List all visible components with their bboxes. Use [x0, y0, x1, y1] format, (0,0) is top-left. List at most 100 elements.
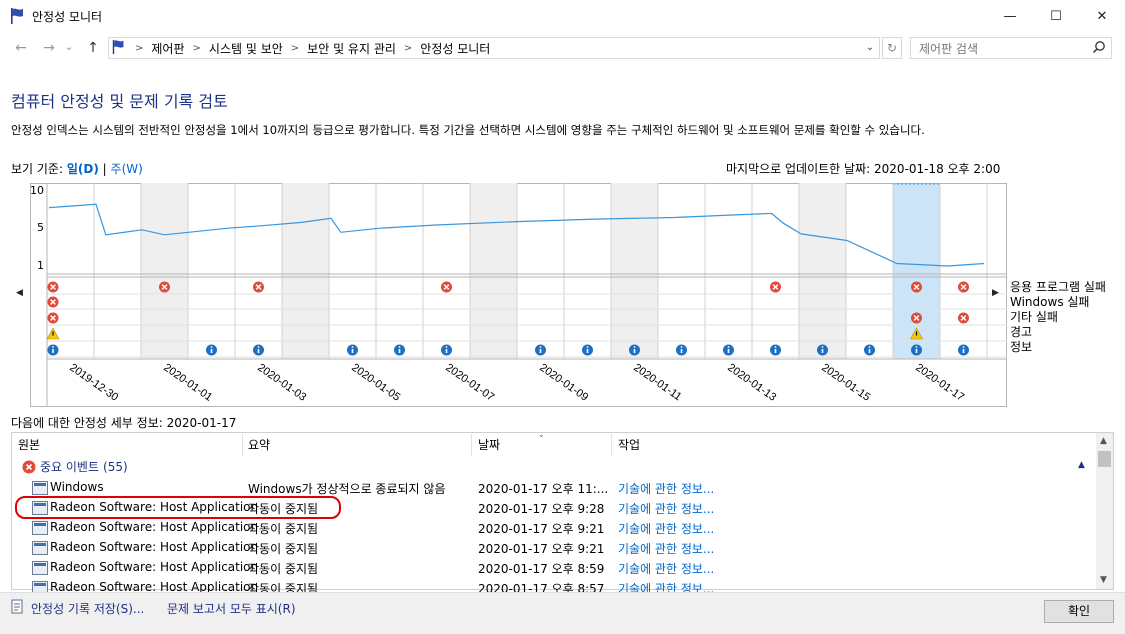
group-critical-events[interactable]: 중요 이벤트 (55)	[22, 458, 128, 475]
up-button[interactable]: ↑	[82, 39, 104, 57]
x-tick-label: 2020-01-13	[725, 362, 778, 404]
view-all-reports-link[interactable]: 문제 보고서 모두 표시(R)	[167, 600, 296, 617]
application-icon	[32, 521, 48, 535]
breadcrumb-system-security[interactable]: 시스템 및 보안	[203, 40, 289, 57]
weekend-column	[141, 183, 188, 359]
maximize-button[interactable]: ☐	[1033, 0, 1079, 32]
search-placeholder: 제어판 검색	[919, 42, 979, 56]
save-history-link[interactable]: 안정성 기록 저장(S)...	[31, 600, 144, 617]
y-tick-label: 1	[37, 259, 44, 272]
cell-action-link[interactable]: 기술에 관한 정보...	[618, 500, 714, 517]
refresh-button[interactable]: ↻	[882, 37, 902, 59]
search-icon[interactable]	[1092, 40, 1106, 54]
application-icon	[32, 481, 48, 495]
sort-arrow-icon: ⌄	[538, 430, 545, 439]
breadcrumb: > 제어판 > 시스템 및 보안 > 보안 및 유지 관리 > 안정성 모니터	[133, 40, 496, 57]
page-title: 컴퓨터 안정성 및 문제 기록 검토	[11, 92, 228, 111]
breadcrumb-control-panel[interactable]: 제어판	[145, 40, 190, 57]
column-divider[interactable]	[242, 434, 243, 456]
reliability-chart-svg[interactable]: 2019-12-30 2020-01-01 2020-01-03 2020-01-05…	[30, 183, 1007, 407]
x-tick-label: 2020-01-01	[161, 362, 214, 404]
breadcrumb-separator[interactable]: >	[402, 43, 414, 54]
cell-source: Radeon Software: Host Application	[50, 540, 259, 554]
weekend-column	[282, 183, 329, 359]
x-tick-label: 2020-01-05	[349, 362, 402, 404]
y-tick-label: 10	[30, 184, 44, 197]
column-header-action[interactable]: 작업	[618, 436, 640, 453]
view-week-link[interactable]: 주(W)	[111, 162, 143, 176]
cell-date: 2020-01-17 오후 9:28	[478, 502, 605, 516]
column-header-source[interactable]: 원본	[18, 436, 40, 453]
scroll-left-icon[interactable]: ◀	[16, 288, 23, 298]
breadcrumb-security-maintenance[interactable]: 보안 및 유지 관리	[301, 40, 402, 57]
cell-source: Windows	[50, 480, 104, 494]
cell-date: 2020-01-17 오후 8:59	[478, 562, 605, 576]
x-tick-label: 2020-01-11	[631, 362, 683, 404]
weekend-column	[799, 183, 846, 359]
info-icon-dot	[210, 346, 213, 348]
legend-info: 정보	[1010, 340, 1033, 354]
scroll-down-icon[interactable]: ▼	[1100, 575, 1107, 585]
x-tick-label: 2020-01-09	[537, 362, 590, 404]
scroll-right-icon[interactable]: ▶	[992, 288, 999, 298]
column-divider[interactable]	[471, 434, 472, 456]
table-row[interactable]: Radeon Software: Host Application 작동이 중지됨…	[12, 538, 1094, 558]
last-updated: 마지막으로 업데이트한 날짜: 2020-01-18 오후 2:00	[726, 162, 1001, 176]
column-header-date[interactable]: 날짜	[478, 436, 500, 453]
info-icon-dot	[52, 346, 54, 348]
x-tick-label: 2020-01-15	[819, 362, 872, 404]
info-icon-dot	[539, 346, 542, 348]
back-button[interactable]: ←	[10, 39, 32, 57]
breadcrumb-reliability-monitor[interactable]: 안정성 모니터	[414, 40, 496, 57]
breadcrumb-separator[interactable]: >	[289, 43, 301, 54]
recent-locations-button[interactable]: ⌄	[62, 38, 76, 56]
page-description: 안정성 인덱스는 시스템의 전반적인 안정성을 1에서 10까지의 등급으로 평…	[11, 123, 925, 137]
error-icon	[22, 460, 36, 473]
info-icon-dot	[586, 346, 589, 348]
table-row[interactable]: Radeon Software: Host Application 작동이 중지됨…	[12, 518, 1094, 538]
address-dropdown-button[interactable]: ⌄	[862, 40, 878, 56]
breadcrumb-separator[interactable]: >	[191, 43, 203, 54]
application-icon	[32, 561, 48, 575]
x-tick-label: 2020-01-03	[255, 362, 308, 404]
forward-button[interactable]: →	[38, 39, 60, 57]
title-bar	[0, 0, 1125, 32]
scrollbar-thumb[interactable]	[1098, 451, 1111, 467]
column-header-summary[interactable]: 요약	[248, 436, 270, 453]
table-row[interactable]: Radeon Software: Host Application 작동이 중지됨…	[12, 558, 1094, 578]
info-icon-dot	[727, 346, 730, 348]
group-count: (55)	[103, 459, 128, 474]
red-highlight-annotation	[15, 496, 341, 519]
cell-action-link[interactable]: 기술에 관한 정보...	[618, 480, 714, 497]
info-icon-dot	[633, 346, 636, 348]
info-icon-dot	[351, 346, 354, 348]
info-icon-dot	[445, 346, 448, 348]
info-icon-dot	[915, 346, 918, 348]
breadcrumb-separator: >	[135, 43, 144, 54]
minimize-button[interactable]: —	[987, 0, 1033, 32]
ok-button[interactable]: 확인	[1044, 600, 1114, 623]
cell-action-link[interactable]: 기술에 관한 정보...	[618, 520, 714, 537]
view-day-link[interactable]: 일(D)	[67, 162, 99, 176]
collapse-group-icon[interactable]: ▲	[1078, 460, 1085, 470]
cell-summary: 작동이 중지됨	[248, 542, 319, 556]
cell-action-link[interactable]: 기술에 관한 정보...	[618, 540, 714, 557]
info-icon-dot	[962, 346, 965, 348]
cell-source: Radeon Software: Host Application	[50, 560, 259, 574]
column-divider[interactable]	[611, 434, 612, 456]
table-row[interactable]: Windows Windows가 정상적으로 종료되지 않음 2020-01-17 …	[12, 478, 1094, 498]
details-title: 다음에 대한 안정성 세부 정보: 2020-01-17	[11, 416, 237, 430]
window-title: 안정성 모니터	[32, 10, 103, 24]
weekend-column	[611, 183, 658, 359]
cell-summary: Windows가 정상적으로 종료되지 않음	[248, 482, 446, 496]
x-tick-label: 2019-12-30	[67, 362, 120, 404]
group-label: 중요 이벤트	[40, 460, 100, 474]
cell-summary: 작동이 중지됨	[248, 562, 319, 576]
view-by: 보기 기준: 일(D) | 주(W)	[11, 160, 143, 177]
info-icon-dot	[774, 346, 777, 348]
y-tick-label: 5	[37, 221, 44, 234]
close-button[interactable]: ✕	[1079, 0, 1125, 32]
cell-action-link[interactable]: 기술에 관한 정보...	[618, 560, 714, 577]
cell-date: 2020-01-17 오후 11:...	[478, 482, 609, 496]
scroll-up-icon[interactable]: ▲	[1100, 436, 1107, 446]
